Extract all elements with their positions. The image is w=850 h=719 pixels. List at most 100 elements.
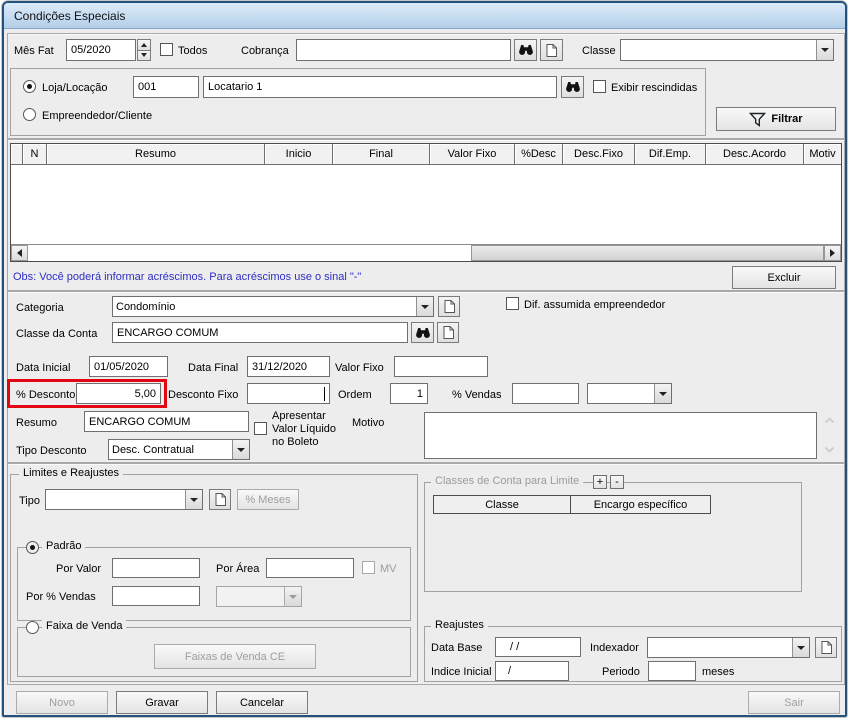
loja-name-input[interactable]: Locatario 1 [203, 76, 557, 98]
grid-col-desc-acordo[interactable]: Desc.Acordo [706, 144, 804, 164]
excluir-button[interactable]: Excluir [732, 266, 836, 289]
grid-hscrollbar[interactable] [11, 244, 841, 261]
classe-label: Classe [582, 45, 616, 57]
chevron-down-icon[interactable] [816, 40, 833, 60]
limites-tipo-new-button[interactable] [209, 489, 231, 510]
resumo-input[interactable]: ENCARGO COMUM [84, 411, 249, 432]
grid-col-desc-fixo[interactable]: Desc.Fixo [563, 144, 635, 164]
desconto-input[interactable]: 5,00 [76, 383, 161, 404]
dif-assumida-checkbox[interactable] [506, 297, 519, 310]
client-area: Mês Fat 05/2020 Todos Cobrança Classe Lo… [4, 30, 845, 715]
classe-conta-input[interactable]: ENCARGO COMUM [112, 322, 408, 343]
scroll-thumb[interactable] [471, 245, 824, 261]
exibir-rescindidas-checkbox[interactable] [593, 80, 606, 93]
grid-col-valor-fixo[interactable]: Valor Fixo [430, 144, 515, 164]
filter-funnel-icon [749, 112, 767, 127]
por-vendas-input[interactable] [112, 586, 200, 606]
remove-class-button[interactable]: - [610, 475, 624, 489]
spinner-up-icon[interactable] [137, 39, 151, 51]
classes-col-encargo[interactable]: Encargo específico [570, 495, 711, 514]
motivo-textarea[interactable] [424, 412, 817, 459]
mes-fat-spinner[interactable] [137, 39, 151, 61]
padrao-radio[interactable] [26, 541, 39, 554]
valor-fixo-input[interactable] [394, 356, 488, 377]
limites-tipo-combo[interactable] [45, 489, 203, 510]
classes-limite-title: Classes de Conta para Limite [431, 475, 584, 487]
periodo-input[interactable] [648, 661, 696, 681]
desconto-fixo-input[interactable] [247, 383, 330, 404]
grid-col-n[interactable]: N [23, 144, 47, 164]
classes-col-classe[interactable]: Classe [433, 495, 571, 514]
data-final-input[interactable]: 31/12/2020 [247, 356, 330, 377]
por-area-input[interactable] [266, 558, 354, 578]
tipo-desconto-combo[interactable]: Desc. Contratual [108, 439, 250, 460]
indexador-new-button[interactable] [815, 637, 837, 658]
categoria-label: Categoria [16, 302, 64, 314]
limites-group: Limites e Reajustes Tipo % Meses Padrão … [10, 467, 418, 682]
mes-fat-label: Mês Fat [14, 45, 54, 57]
grid-col-desc[interactable]: %Desc [515, 144, 563, 164]
mes-fat-input[interactable]: 05/2020 [66, 39, 136, 61]
tipo-desconto-label: Tipo Desconto [16, 445, 87, 457]
limites-title: Limites e Reajustes [19, 467, 123, 479]
chevron-down-icon[interactable] [792, 638, 809, 657]
grid-col-dif-emp[interactable]: Dif.Emp. [635, 144, 706, 164]
cobranca-new-button[interactable] [540, 39, 563, 61]
loja-search-button[interactable] [561, 76, 584, 98]
loja-code-input[interactable]: 001 [133, 76, 199, 98]
data-inicial-input[interactable]: 01/05/2020 [89, 356, 168, 377]
sair-button: Sair [748, 691, 840, 714]
cobranca-input[interactable] [296, 39, 511, 61]
scroll-right-icon[interactable] [824, 245, 841, 261]
limites-tipo-label: Tipo [19, 495, 40, 507]
scroll-up-icon[interactable] [824, 417, 835, 424]
new-document-icon [821, 641, 832, 654]
grid-col-final[interactable]: Final [333, 144, 430, 164]
cancelar-button[interactable]: Cancelar [216, 691, 308, 714]
grid-col-motivo[interactable]: Motiv [804, 144, 841, 164]
grid-header: N Resumo Inicio Final Valor Fixo %Desc D… [11, 144, 841, 165]
gravar-button[interactable]: Gravar [116, 691, 208, 714]
indice-inicial-input[interactable]: / [495, 661, 569, 681]
categoria-combo[interactable]: Condomínio [112, 296, 434, 317]
empreendedor-radio[interactable] [23, 108, 36, 121]
classe-conta-new-button[interactable] [437, 322, 459, 343]
periodo-label: Periodo [602, 666, 640, 678]
chevron-down-icon[interactable] [185, 490, 202, 509]
ordem-input[interactable]: 1 [390, 383, 428, 404]
apresentar-checkbox[interactable] [254, 422, 267, 435]
scroll-left-icon[interactable] [11, 245, 28, 261]
classe-combo[interactable] [620, 39, 834, 61]
grid-body[interactable] [11, 165, 841, 244]
indexador-combo[interactable] [647, 637, 810, 658]
empreendedor-radio-label: Empreendedor/Cliente [42, 110, 153, 122]
meses-label: meses [702, 666, 735, 678]
grid-col-resumo[interactable]: Resumo [47, 144, 265, 164]
faixa-radio[interactable] [26, 621, 39, 634]
chevron-down-icon[interactable] [654, 384, 671, 403]
vendas-combo[interactable] [587, 383, 672, 404]
vendas-label: % Vendas [452, 389, 502, 401]
por-valor-input[interactable] [112, 558, 200, 578]
classe-conta-label: Classe da Conta [16, 328, 98, 340]
chevron-down-icon [284, 587, 301, 606]
todos-checkbox[interactable] [160, 43, 173, 56]
desconto-label: % Desconto [16, 389, 76, 401]
spinner-down-icon[interactable] [137, 50, 151, 61]
scroll-down-icon[interactable] [824, 446, 835, 453]
grid-col-selector[interactable] [11, 144, 23, 164]
filtrar-button[interactable]: Filtrar [716, 107, 836, 131]
grid-col-inicio[interactable]: Inicio [265, 144, 333, 164]
categoria-new-button[interactable] [438, 296, 460, 317]
chevron-down-icon[interactable] [416, 297, 433, 316]
classe-conta-search-button[interactable] [411, 322, 434, 343]
obs-text: Obs: Você poderá informar acréscimos. Pa… [13, 271, 362, 283]
add-class-button[interactable]: + [593, 475, 607, 489]
ordem-label: Ordem [338, 389, 372, 401]
chevron-down-icon[interactable] [232, 440, 249, 459]
vendas-input[interactable] [512, 383, 579, 404]
cobranca-search-button[interactable] [514, 39, 537, 61]
loja-radio[interactable] [23, 80, 36, 93]
data-base-input[interactable]: / / [495, 637, 581, 657]
title-bar[interactable]: Condições Especiais [4, 3, 845, 29]
